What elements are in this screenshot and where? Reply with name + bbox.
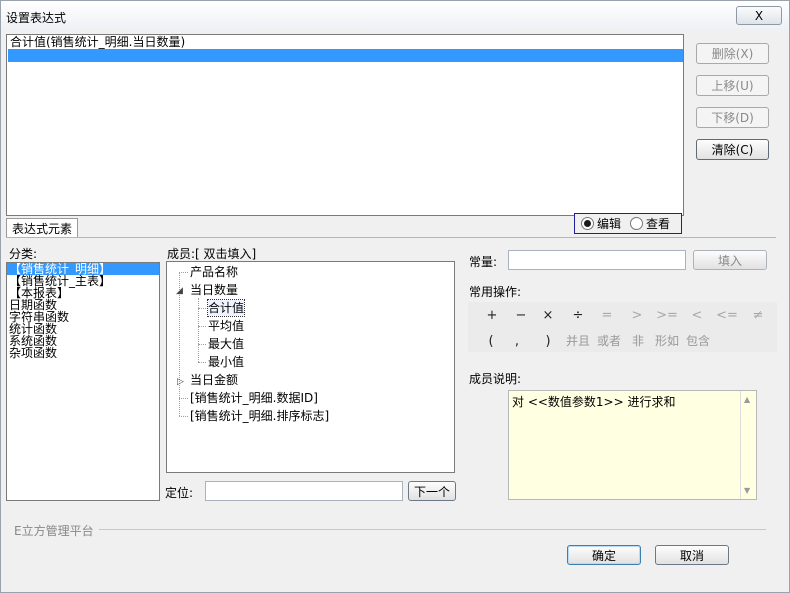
open-paren-op-button[interactable]: ( bbox=[482, 332, 500, 350]
tree-node[interactable]: 当日金额 bbox=[190, 372, 238, 388]
expression-item-selected[interactable] bbox=[8, 49, 683, 62]
description-scrollbar[interactable]: ▲ ▼ bbox=[740, 391, 756, 499]
contains-op-button[interactable]: 包含 bbox=[686, 332, 710, 350]
or-op-button[interactable]: 或者 bbox=[597, 332, 621, 350]
scroll-up-icon[interactable]: ▲ bbox=[744, 395, 750, 404]
tree-node[interactable]: [销售统计_明细.数据ID] bbox=[190, 390, 318, 406]
move-up-button[interactable]: 上移(U) bbox=[696, 75, 769, 96]
not-op-button[interactable]: 非 bbox=[632, 332, 644, 350]
delete-button[interactable]: 删除(X) bbox=[696, 43, 769, 64]
tree-line bbox=[198, 344, 206, 345]
tree-node[interactable]: 产品名称 bbox=[190, 264, 238, 280]
tab-divider bbox=[6, 237, 776, 238]
footer-divider bbox=[99, 529, 766, 530]
tree-node[interactable]: [销售统计_明细.排序标志] bbox=[190, 408, 329, 424]
description-text: 对 <<数值参数1>> 进行求和 bbox=[512, 395, 676, 409]
scroll-down-icon[interactable]: ▼ bbox=[744, 486, 750, 495]
plus-op-button[interactable]: + bbox=[483, 306, 501, 324]
constant-label: 常量: bbox=[469, 255, 498, 269]
expand-icon[interactable]: ▷ bbox=[177, 377, 184, 387]
edit-radio[interactable] bbox=[581, 217, 594, 230]
comma-op-button[interactable]: , bbox=[508, 332, 526, 350]
category-item[interactable]: 杂项函数 bbox=[7, 347, 159, 359]
edit-radio-label: 编辑 bbox=[597, 217, 622, 231]
category-list[interactable]: 【销售统计_明细】 【销售统计_主表】 【本报表】 日期函数 字符串函数 统计函… bbox=[6, 262, 160, 501]
tree-node-selected[interactable]: 合计值 bbox=[206, 299, 246, 317]
less-op-button[interactable]: < bbox=[688, 306, 706, 324]
tree-line bbox=[179, 398, 188, 399]
close-button[interactable]: X bbox=[736, 6, 782, 25]
collapse-icon[interactable]: ◢ bbox=[176, 286, 183, 296]
minus-op-button[interactable]: − bbox=[512, 306, 530, 324]
multiply-op-button[interactable]: × bbox=[539, 306, 557, 324]
fill-button[interactable]: 填入 bbox=[693, 250, 767, 270]
locate-label: 定位: bbox=[165, 486, 194, 500]
operations-label: 常用操作: bbox=[469, 285, 522, 299]
clear-button[interactable]: 清除(C) bbox=[696, 139, 769, 160]
dialog-title: 设置表达式 bbox=[6, 11, 67, 25]
greater-equal-op-button[interactable]: >= bbox=[656, 306, 678, 324]
tab-expression-elements[interactable]: 表达式元素 bbox=[6, 218, 78, 238]
and-op-button[interactable]: 并且 bbox=[566, 332, 590, 350]
next-button[interactable]: 下一个 bbox=[408, 481, 456, 501]
less-equal-op-button[interactable]: <= bbox=[716, 306, 738, 324]
members-tree[interactable]: 产品名称 ◢ 当日数量 合计值 平均值 最大值 最小值 ▷ 当日金额 [销售统计… bbox=[166, 261, 455, 473]
tree-node[interactable]: 最大值 bbox=[208, 336, 244, 352]
expression-list[interactable]: 合计值(销售统计_明细.当日数量) bbox=[6, 34, 684, 216]
constant-input[interactable] bbox=[508, 250, 686, 270]
view-radio[interactable] bbox=[630, 217, 644, 230]
tree-line bbox=[179, 416, 188, 417]
tree-line bbox=[198, 308, 206, 309]
move-down-button[interactable]: 下移(D) bbox=[696, 107, 769, 128]
member-description[interactable]: 对 <<数值参数1>> 进行求和 ▲ ▼ bbox=[508, 390, 757, 500]
description-label: 成员说明: bbox=[469, 372, 522, 386]
locate-input[interactable] bbox=[205, 481, 403, 501]
category-label: 分类: bbox=[9, 247, 38, 261]
expression-item[interactable]: 合计值(销售统计_明细.当日数量) bbox=[8, 36, 683, 49]
tree-node[interactable]: 最小值 bbox=[208, 354, 244, 370]
not-equal-op-button[interactable]: ≠ bbox=[749, 306, 767, 324]
greater-op-button[interactable]: > bbox=[628, 306, 646, 324]
tree-line bbox=[179, 272, 188, 273]
tree-line bbox=[198, 362, 206, 363]
mode-radio-group: 编辑 查看 bbox=[574, 213, 682, 234]
tree-node[interactable]: 平均值 bbox=[208, 318, 244, 334]
tree-line bbox=[198, 326, 206, 327]
close-icon: X bbox=[754, 8, 764, 23]
equals-op-button[interactable]: = bbox=[598, 306, 616, 324]
ok-button[interactable]: 确定 bbox=[567, 545, 641, 565]
platform-label: E立方管理平台 bbox=[14, 524, 94, 538]
cancel-button[interactable]: 取消 bbox=[655, 545, 729, 565]
set-expression-dialog: 设置表达式 X 合计值(销售统计_明细.当日数量) 删除(X) 上移(U) 下移… bbox=[0, 0, 790, 593]
view-radio-label: 查看 bbox=[646, 217, 671, 231]
divide-op-button[interactable]: ÷ bbox=[569, 306, 587, 324]
operations-panel: + − × ÷ = > >= < <= ≠ ( , ) 并且 或者 非 形如 包… bbox=[468, 302, 777, 352]
like-op-button[interactable]: 形如 bbox=[655, 332, 679, 350]
title-bar: 设置表达式 X bbox=[1, 1, 789, 29]
members-label: 成员:[ 双击填入] bbox=[167, 247, 257, 261]
close-paren-op-button[interactable]: ) bbox=[539, 332, 557, 350]
tree-node[interactable]: 当日数量 bbox=[190, 282, 238, 298]
